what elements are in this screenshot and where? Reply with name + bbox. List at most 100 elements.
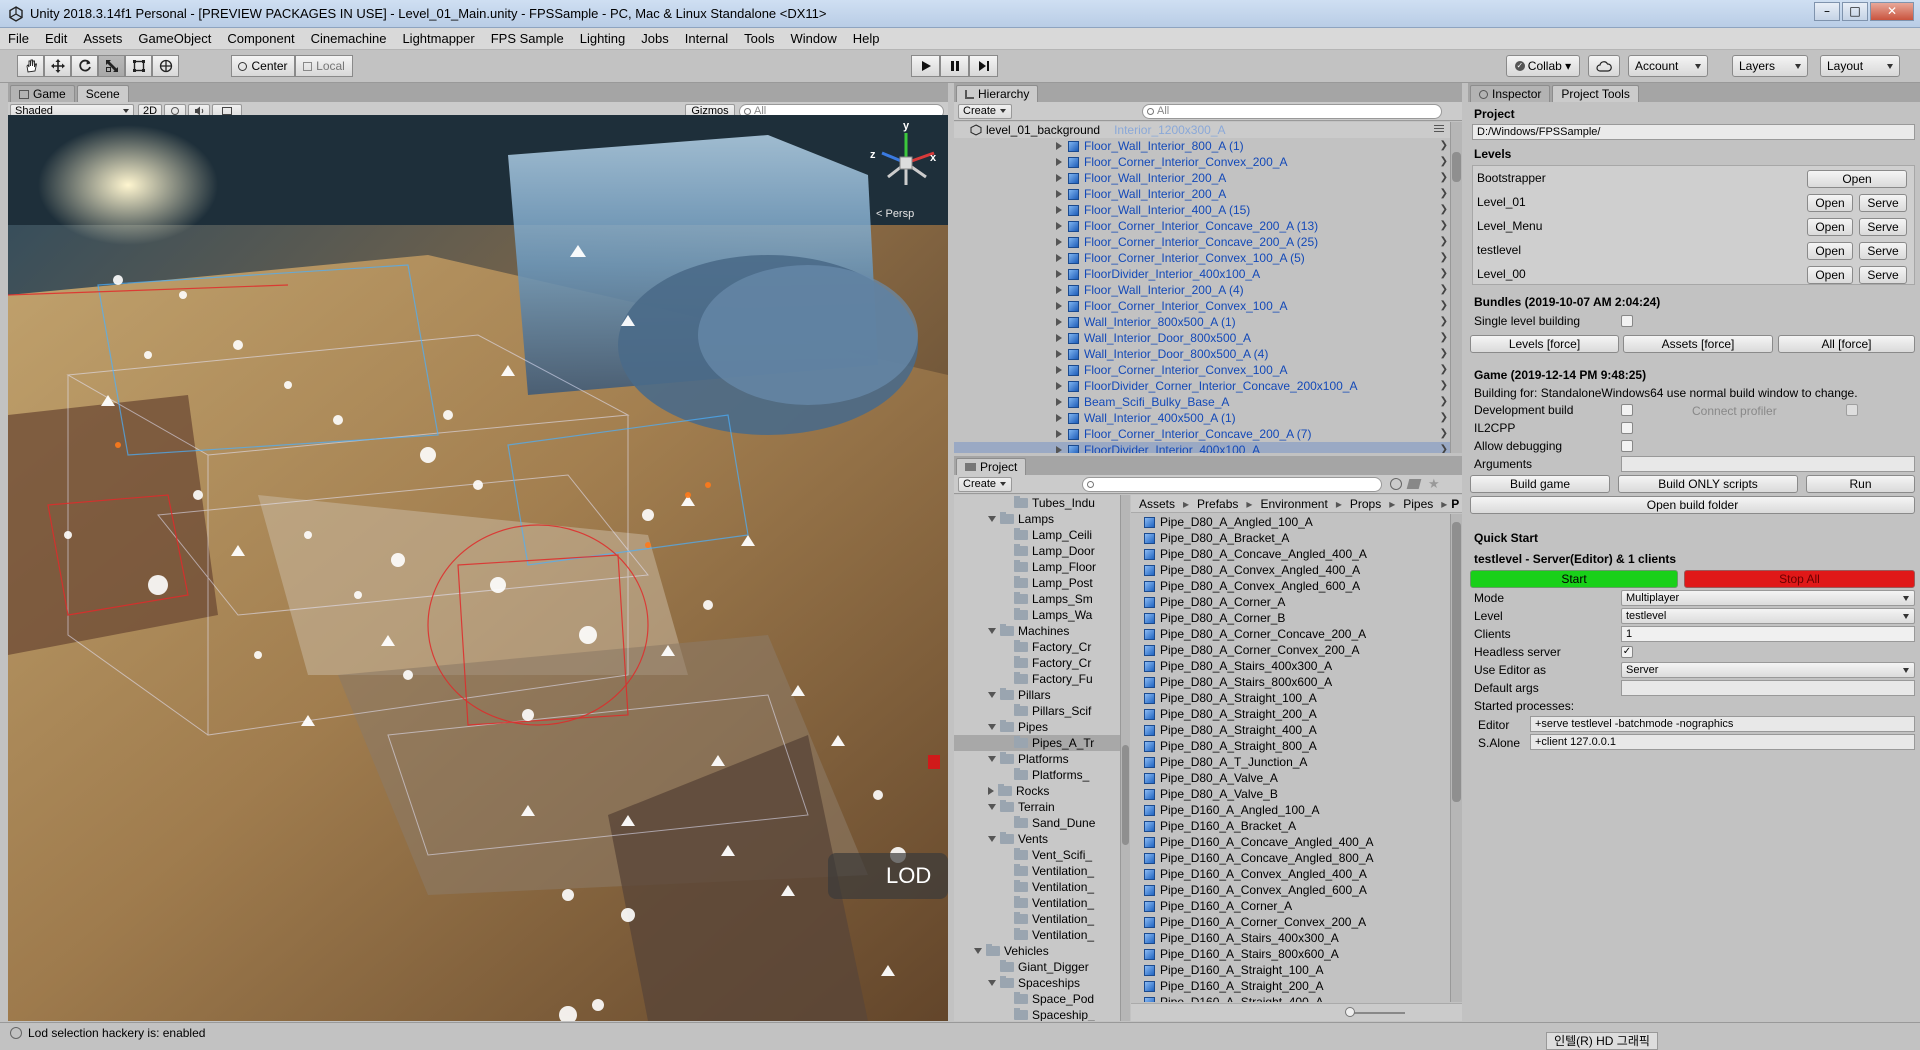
cloud-button[interactable] [1588, 55, 1620, 77]
expand-arrow-icon[interactable] [1056, 302, 1062, 310]
asset-item[interactable]: Pipe_D160_A_Straight_200_A [1144, 978, 1444, 994]
icon-size-slider-handle[interactable] [1345, 1007, 1355, 1017]
folder-tree-item[interactable]: Machines [954, 623, 1129, 639]
level-select[interactable]: testlevel [1621, 608, 1915, 624]
folder-tree-item[interactable]: Vent_Scifi_ [954, 847, 1129, 863]
folder-tree-item[interactable]: Giant_Digger [954, 959, 1129, 975]
expand-arrow-icon[interactable] [1056, 366, 1062, 374]
hierarchy-scroll-thumb[interactable] [1452, 152, 1461, 182]
hierarchy-item[interactable]: Floor_Corner_Interior_Convex_100_A ❯ [954, 362, 1462, 378]
asset-item[interactable]: Pipe_D80_A_Valve_A [1144, 770, 1444, 786]
headless-server-checkbox[interactable]: ✓ [1621, 646, 1633, 658]
folder-tree-item[interactable]: Lamp_Ceili [954, 527, 1129, 543]
expand-arrow-icon[interactable] [1056, 318, 1062, 326]
hierarchy-create-button[interactable]: Create [958, 103, 1012, 119]
status-text[interactable]: Lod selection hackery is: enabled [28, 1026, 205, 1040]
folder-tree-item[interactable]: Sand_Dune [954, 815, 1129, 831]
minimize-button[interactable]: – [1814, 2, 1840, 21]
favorite-star-icon[interactable]: ★ [1428, 476, 1440, 492]
asset-item[interactable]: Pipe_D80_A_Straight_800_A [1144, 738, 1444, 754]
folder-expand-arrow-icon[interactable] [988, 692, 996, 698]
all-force-button[interactable]: All [force] [1778, 335, 1915, 353]
hierarchy-item[interactable]: Floor_Wall_Interior_200_A ❯ [954, 186, 1462, 202]
prefab-open-chevron-icon[interactable]: ❯ [1440, 154, 1448, 170]
prefab-open-chevron-icon[interactable]: ❯ [1440, 346, 1448, 362]
menu-internal[interactable]: Internal [677, 31, 736, 46]
folder-tree-item[interactable]: Pillars [954, 687, 1129, 703]
hierarchy-item[interactable]: Floor_Corner_Interior_Convex_100_A ❯ [954, 298, 1462, 314]
asset-item[interactable]: Pipe_D80_A_T_Junction_A [1144, 754, 1444, 770]
open-testlevel-button[interactable]: Open [1807, 242, 1853, 260]
prefab-open-chevron-icon[interactable]: ❯ [1440, 186, 1448, 202]
assets-force-button[interactable]: Assets [force] [1623, 335, 1773, 353]
folder-tree-item[interactable]: Lamps_Sm [954, 591, 1129, 607]
move-tool-icon[interactable] [44, 55, 71, 77]
asset-scroll-thumb[interactable] [1452, 522, 1461, 802]
hierarchy-search-input[interactable]: All [1142, 103, 1442, 119]
hierarchy-item[interactable]: Wall_Interior_400x500_A (1) ❯ [954, 410, 1462, 426]
clients-field[interactable]: 1 [1621, 626, 1915, 642]
folder-tree-item[interactable]: Ventilation_ [954, 911, 1129, 927]
folder-expand-arrow-icon[interactable] [988, 628, 996, 634]
folder-tree-item[interactable]: Factory_Fu [954, 671, 1129, 687]
folder-tree-item[interactable]: Factory_Cr [954, 655, 1129, 671]
open-level00-button[interactable]: Open [1807, 266, 1853, 284]
expand-arrow-icon[interactable] [1056, 206, 1062, 214]
close-button[interactable]: ✕ [1870, 2, 1914, 21]
folder-tree-item[interactable]: Vehicles [954, 943, 1129, 959]
project-path-field[interactable]: D:/Windows/FPSSample/ [1472, 124, 1915, 140]
asset-item[interactable]: Pipe_D160_A_Stairs_800x600_A [1144, 946, 1444, 962]
folder-tree-item[interactable]: Lamp_Post [954, 575, 1129, 591]
open-bootstrapper-button[interactable]: Open [1807, 170, 1907, 188]
project-create-button[interactable]: Create [958, 476, 1012, 492]
hierarchy-item[interactable]: Floor_Wall_Interior_400_A (15) ❯ [954, 202, 1462, 218]
asset-item[interactable]: Pipe_D80_A_Convex_Angled_400_A [1144, 562, 1444, 578]
asset-item[interactable]: Pipe_D160_A_Angled_100_A [1144, 802, 1444, 818]
default-args-field[interactable] [1621, 680, 1915, 696]
tab-project[interactable]: Project [956, 458, 1027, 475]
prefab-open-chevron-icon[interactable]: ❯ [1440, 138, 1448, 154]
allow-debugging-checkbox[interactable] [1621, 440, 1633, 452]
asset-item[interactable]: Pipe_D80_A_Straight_400_A [1144, 722, 1444, 738]
open-level01-button[interactable]: Open [1807, 194, 1853, 212]
hierarchy-item[interactable]: FloorDivider_Interior_400x100_A ❯ [954, 266, 1462, 282]
expand-arrow-icon[interactable] [1056, 334, 1062, 342]
folder-tree-item[interactable]: Lamp_Floor [954, 559, 1129, 575]
build-game-button[interactable]: Build game [1470, 475, 1610, 493]
hierarchy-item[interactable]: Beam_Scifi_Bulky_Base_A ❯ [954, 394, 1462, 410]
open-build-folder-button[interactable]: Open build folder [1470, 496, 1915, 514]
prefab-open-chevron-icon[interactable]: ❯ [1440, 298, 1448, 314]
asset-item[interactable]: Pipe_D80_A_Bracket_A [1144, 530, 1444, 546]
asset-list-scrollbar[interactable] [1450, 514, 1462, 1002]
folder-tree-item[interactable]: Factory_Cr [954, 639, 1129, 655]
rotate-tool-icon[interactable] [71, 55, 98, 77]
folder-tree-item[interactable]: Pipes_A_Tr [954, 735, 1129, 751]
maximize-button[interactable]: □ [1842, 2, 1868, 21]
asset-item[interactable]: Pipe_D80_A_Stairs_400x300_A [1144, 658, 1444, 674]
layers-dropdown[interactable]: Layers [1732, 55, 1808, 77]
asset-item[interactable]: Pipe_D80_A_Corner_A [1144, 594, 1444, 610]
prefab-open-chevron-icon[interactable]: ❯ [1440, 282, 1448, 298]
menu-edit[interactable]: Edit [37, 31, 75, 46]
menu-lighting[interactable]: Lighting [572, 31, 634, 46]
expand-arrow-icon[interactable] [1056, 222, 1062, 230]
menu-tools[interactable]: Tools [736, 31, 782, 46]
hierarchy-item[interactable]: FloorDivider_Interior_400x100_A ❯ [954, 442, 1462, 453]
folder-tree-item[interactable]: Lamp_Door [954, 543, 1129, 559]
levels-force-button[interactable]: Levels [force] [1470, 335, 1619, 353]
folder-tree-item[interactable]: Pipes [954, 719, 1129, 735]
asset-item[interactable]: Pipe_D160_A_Convex_Angled_400_A [1144, 866, 1444, 882]
hierarchy-item[interactable]: Floor_Wall_Interior_200_A (4) ❯ [954, 282, 1462, 298]
asset-item[interactable]: Pipe_D160_A_Bracket_A [1144, 818, 1444, 834]
hierarchy-item[interactable]: Floor_Corner_Interior_Convex_100_A (5) ❯ [954, 250, 1462, 266]
menu-help[interactable]: Help [845, 31, 888, 46]
asset-item[interactable]: Pipe_D80_A_Straight_100_A [1144, 690, 1444, 706]
asset-item[interactable]: Pipe_D160_A_Straight_400_A [1144, 994, 1444, 1002]
collab-button[interactable]: ✓ Collab ▾ [1506, 55, 1580, 77]
asset-item[interactable]: Pipe_D160_A_Concave_Angled_400_A [1144, 834, 1444, 850]
menu-component[interactable]: Component [219, 31, 302, 46]
prefab-open-chevron-icon[interactable]: ❯ [1440, 170, 1448, 186]
folder-tree-scrollbar[interactable] [1120, 495, 1130, 1021]
folder-tree-item[interactable]: Ventilation_ [954, 895, 1129, 911]
menu-gameobject[interactable]: GameObject [130, 31, 219, 46]
